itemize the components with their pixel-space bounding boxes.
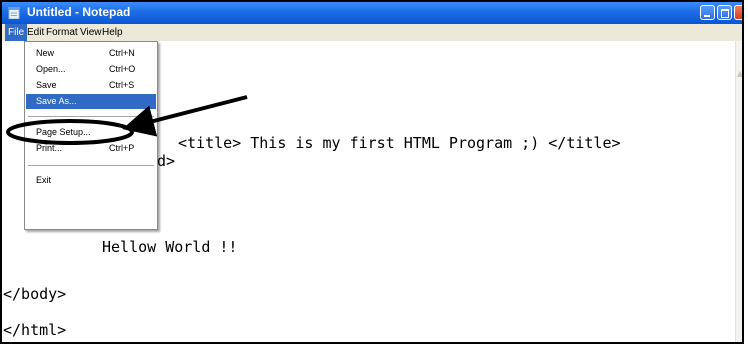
- annotation-circle: [6, 119, 134, 145]
- notepad-window: Untitled - Notepad File Edit Format View…: [0, 0, 744, 344]
- annotation-overlay: [6, 95, 248, 145]
- annotation-arrow-icon: [122, 95, 248, 137]
